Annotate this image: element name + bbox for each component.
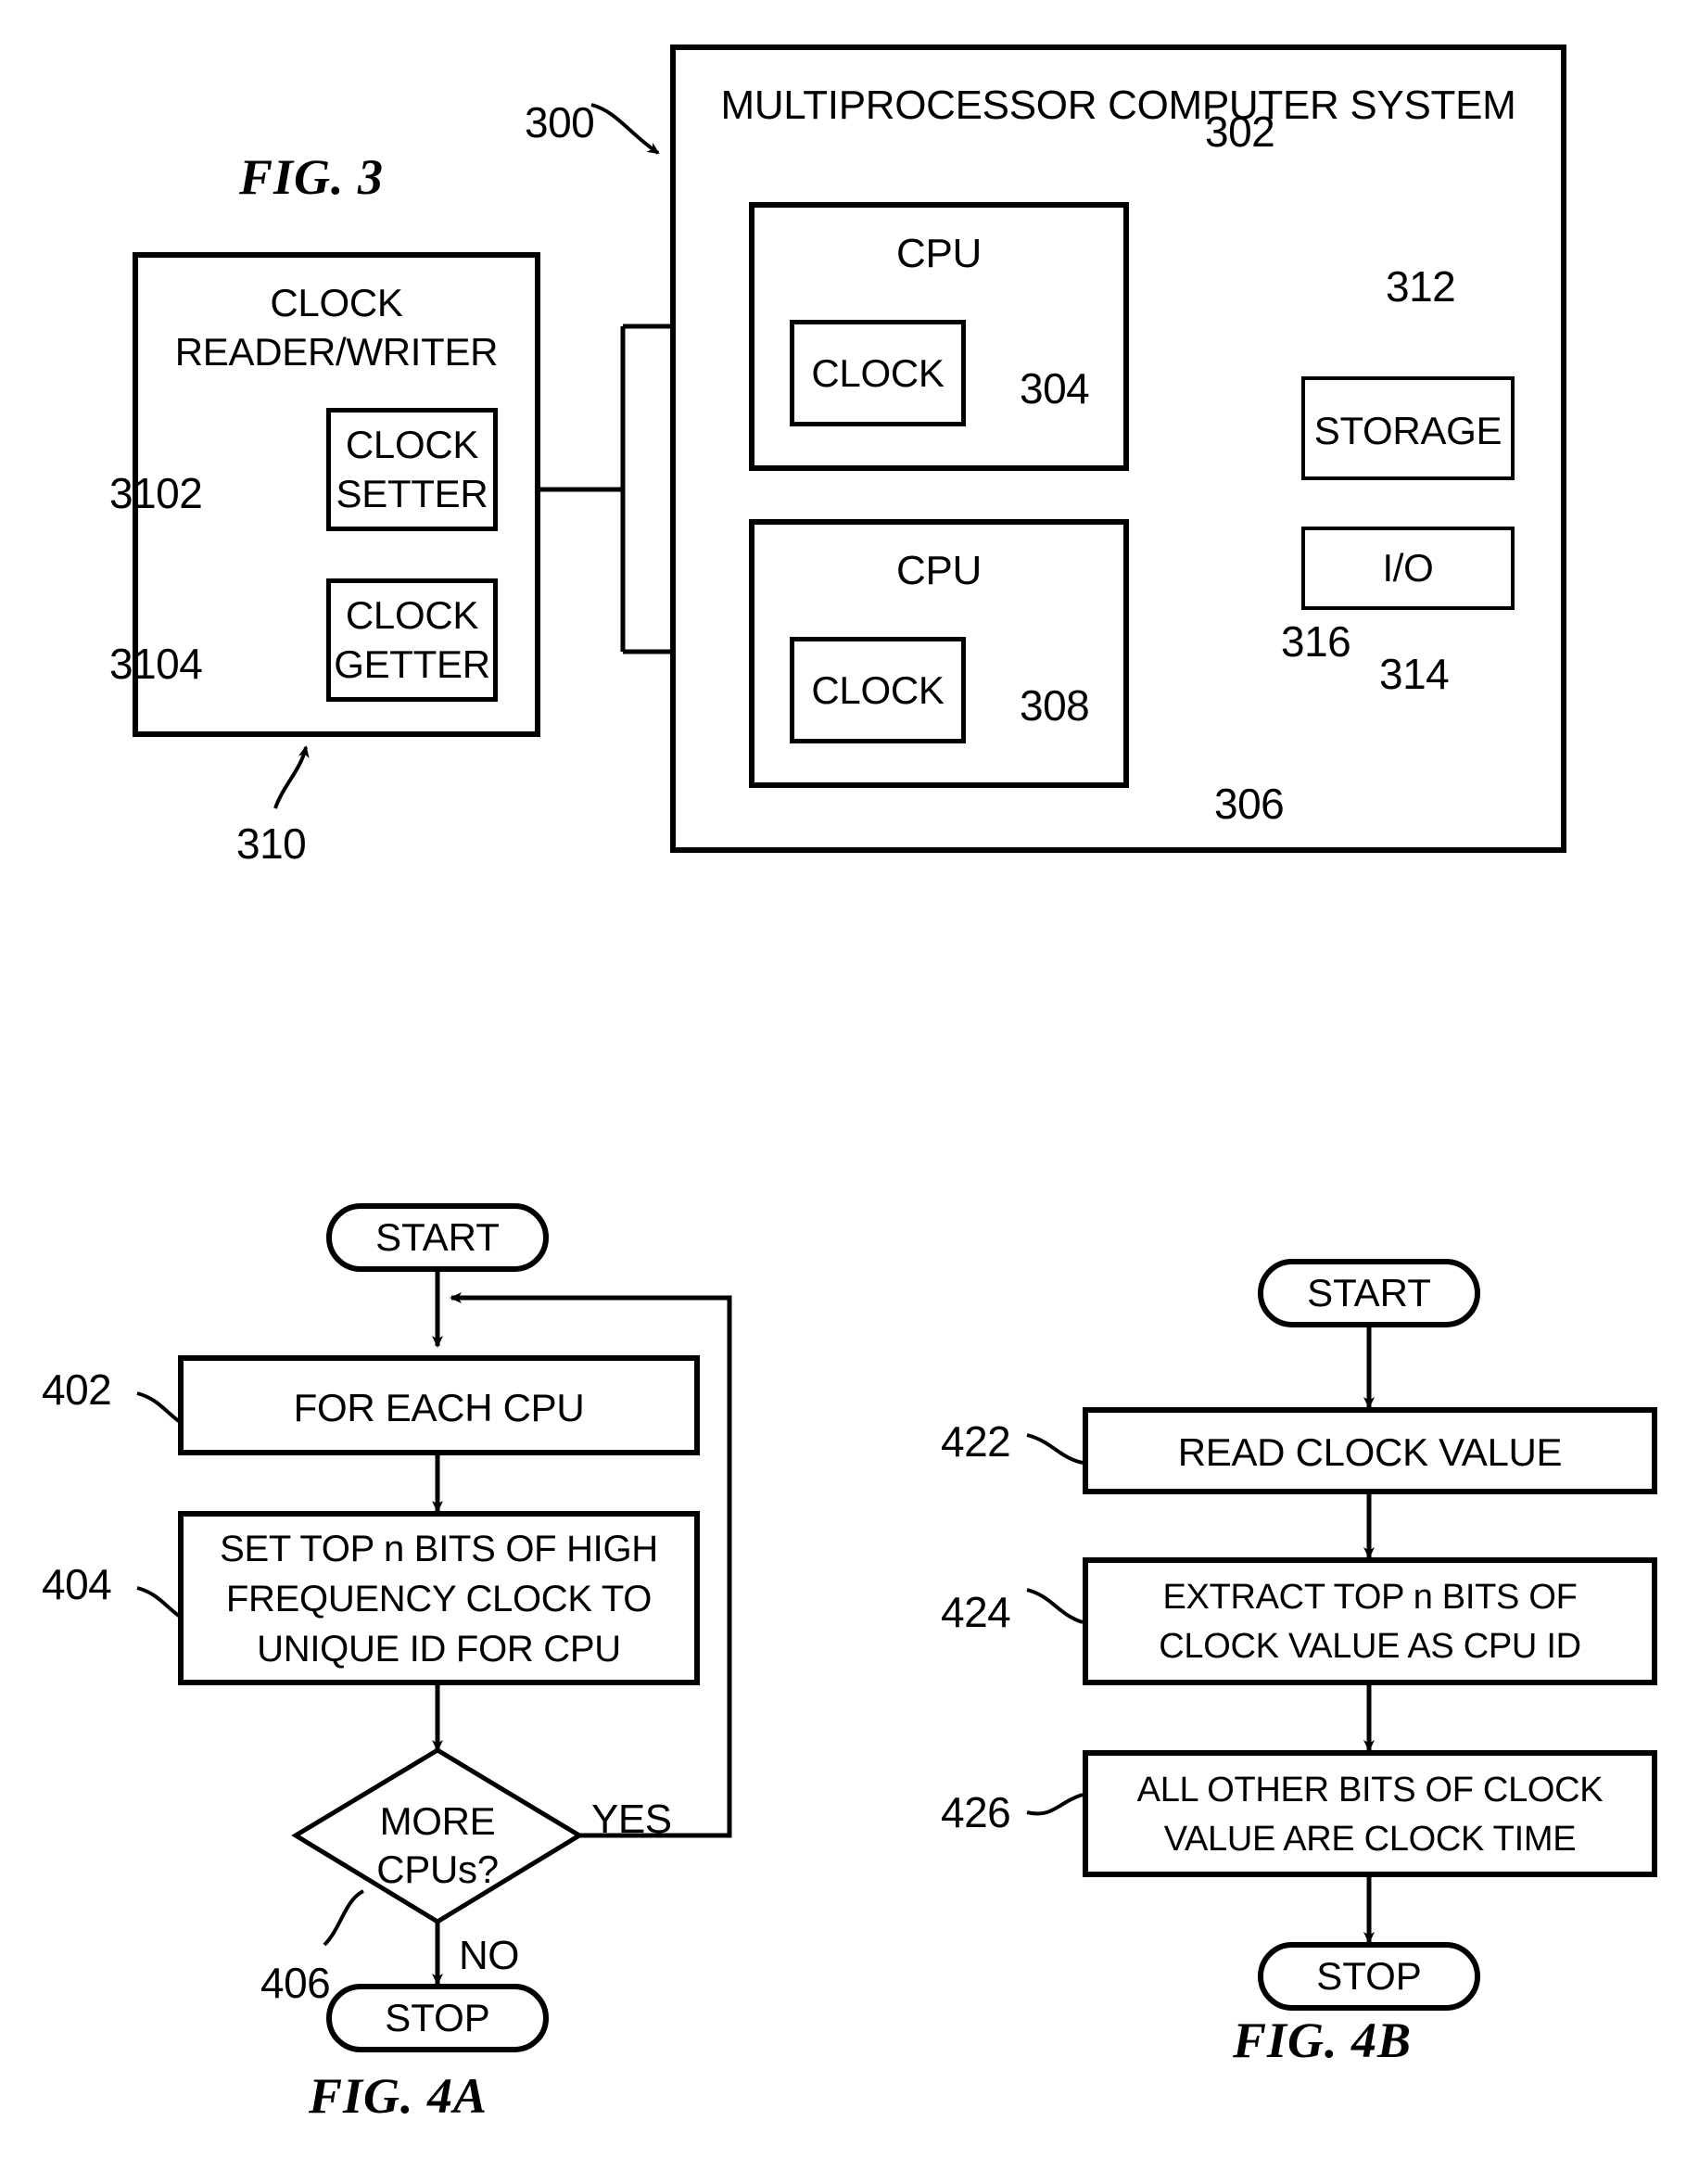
fig4b-start-terminator: START [1258,1259,1480,1327]
ref-424: 424 [941,1588,1011,1636]
fig4a-start-terminator: START [326,1203,549,1272]
leader-300 [590,103,660,155]
ref-316: 316 [1281,617,1351,666]
clock-getter-label-line1: CLOCK [345,593,479,637]
ref-304: 304 [1020,364,1090,413]
fig4b-step-422-label: READ CLOCK VALUE [1177,1430,1563,1474]
io-label: I/O [1382,546,1434,590]
multiprocessor-system-title: MULTIPROCESSOR COMPUTER SYSTEM [720,83,1516,128]
figure-caption-fig3: FIG. 3 [239,149,385,205]
leader-426 [1026,1793,1084,1816]
clock-setter-label-line2: SETTER [336,472,488,515]
fig4b-step-426-line2: VALUE ARE CLOCK TIME [1163,1820,1577,1859]
leader-406 [323,1889,365,1947]
clock-setter-label-line1: CLOCK [345,423,479,466]
clock-getter-label-line2: GETTER [334,642,490,686]
fig4a-yes-label: YES [591,1797,672,1842]
cpu2-title: CPU [896,548,982,593]
ref-422: 422 [941,1417,1011,1466]
ref-300: 300 [525,98,595,146]
ref-314: 314 [1379,650,1450,698]
figure-caption-fig4a: FIG. 4A [309,2068,488,2124]
ref-3102: 3102 [109,469,203,517]
fig4a-step-404-line1: SET TOP n BITS OF HIGH [220,1529,658,1569]
ref-306: 306 [1214,780,1285,828]
figure-caption-fig4b: FIG. 4B [1233,2013,1413,2068]
ref-312: 312 [1386,262,1456,311]
patent-drawing-sheet: FIG. 3 MULTIPROCESSOR COMPUTER SYSTEM 30… [0,0,1699,2184]
fig4a-decision-line2: CPUs? [376,1848,499,1891]
ref-310: 310 [236,819,307,868]
fig4a-stop-terminator: STOP [326,1984,549,2052]
leader-424 [1026,1588,1084,1624]
fig4b-step-424-line2: CLOCK VALUE AS CPU ID [1159,1627,1581,1666]
fig4a-step-404-line2: FREQUENCY CLOCK TO [225,1579,653,1619]
ref-308: 308 [1020,681,1090,730]
clock-reader-writer-title-line1: CLOCK [270,281,403,324]
ref-402: 402 [42,1365,112,1414]
fig4b-stop-terminator: STOP [1258,1942,1480,2011]
ref-404: 404 [42,1560,112,1608]
storage-label: STORAGE [1313,409,1502,452]
fig4a-no-label: NO [459,1933,520,1978]
clock-reader-writer-title-line2: READER/WRITER [174,330,499,374]
ref-426: 426 [941,1788,1011,1836]
ref-406: 406 [260,1959,331,2007]
leader-422 [1026,1433,1084,1465]
fig4a-decision-line1: MORE [379,1799,496,1843]
fig4a-step-402-label: FOR EACH CPU [293,1386,585,1429]
cpu1-title: CPU [896,231,982,276]
leader-310 [273,745,310,809]
ref-302: 302 [1205,108,1275,156]
fig4b-step-424-line1: EXTRACT TOP n BITS OF [1162,1578,1578,1617]
fig4a-step-404-line3: UNIQUE ID FOR CPU [257,1629,621,1670]
fig4b-step-426-line1: ALL OTHER BITS OF CLOCK [1136,1771,1604,1809]
cpu2-clock-label: CLOCK [811,668,945,712]
cpu1-clock-label: CLOCK [811,351,945,395]
ref-3104: 3104 [109,640,203,688]
